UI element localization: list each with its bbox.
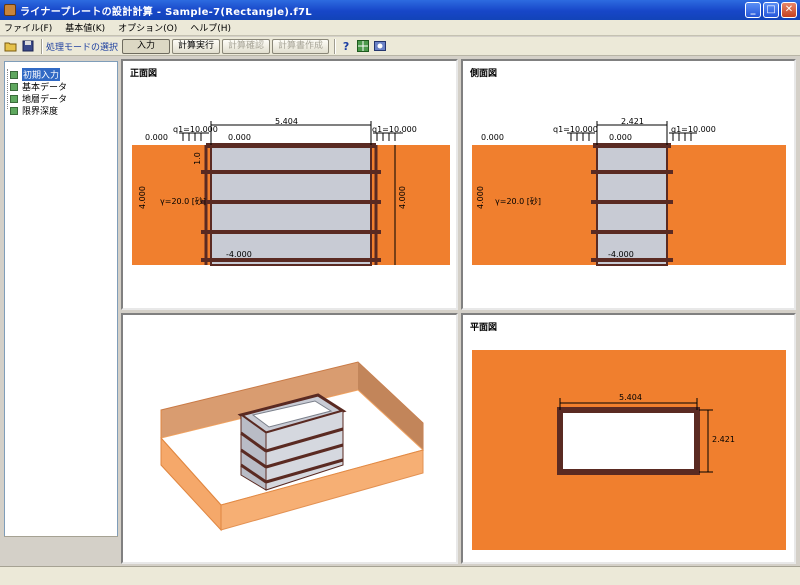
surcharge-arrows-left	[567, 132, 595, 141]
surcharge-arrows-left	[179, 132, 209, 141]
front-depth-right: 4.000	[397, 186, 407, 209]
status-bar	[0, 566, 800, 585]
open-folder-icon[interactable]	[4, 39, 18, 53]
app-icon	[4, 4, 16, 16]
menu-file[interactable]: ファイル(F)	[4, 21, 52, 34]
isometric-view-panel	[121, 313, 458, 564]
front-surcharge-left: q1=10.000	[173, 125, 218, 134]
menu-bar: ファイル(F) 基本値(K) オプション(O) ヘルプ(H)	[0, 20, 800, 36]
excavation-box	[596, 144, 668, 266]
help-icon[interactable]: ?	[339, 39, 353, 53]
excavation-box	[210, 144, 372, 266]
calc-check-button[interactable]: 計算確認	[222, 38, 271, 54]
front-view-title: 正面図	[130, 69, 158, 79]
image-view-icon[interactable]	[373, 39, 387, 53]
tree-node-icon	[10, 94, 18, 103]
front-depth-left: 4.000	[137, 186, 147, 209]
side-surcharge-right: q1=10.000	[671, 125, 716, 134]
close-button[interactable]: ✕	[781, 2, 797, 18]
side-bottom-level: -4.000	[608, 250, 634, 259]
side-top-inner-level: 0.000	[609, 133, 632, 142]
minimize-button[interactable]: _	[745, 2, 761, 18]
menu-help[interactable]: ヘルプ(H)	[190, 21, 231, 34]
toolbar-separator	[41, 38, 43, 54]
plan-view-title: 平面図	[470, 323, 498, 333]
front-bottom-level: -4.000	[226, 250, 252, 259]
window-title: ライナープレートの設計計算 - Sample-7(Rectangle).f7L	[20, 6, 312, 18]
plan-view-drawing	[472, 350, 786, 550]
tree-node-icon	[10, 70, 18, 79]
front-top-inner-level: 0.000	[228, 133, 251, 142]
front-ring-spacing: 1.0	[192, 152, 202, 165]
front-view-drawing	[132, 121, 450, 266]
side-surcharge-left: q1=10.000	[553, 125, 598, 134]
toolbar: 処理モードの選択 入力 計算実行 計算確認 計算書作成 ?	[0, 37, 800, 56]
save-icon[interactable]	[21, 39, 35, 53]
side-soil-label: γ=20.0 [砂]	[495, 197, 542, 206]
tree-item-label: 限界深度	[22, 107, 59, 117]
mode-select-label: 処理モードの選択	[46, 42, 119, 53]
calc-run-button[interactable]: 計算実行	[172, 38, 221, 54]
plan-width-label: 5.404	[619, 393, 642, 402]
front-top-left-level: 0.000	[145, 133, 168, 142]
title-bar: ライナープレートの設計計算 - Sample-7(Rectangle).f7L …	[0, 0, 800, 20]
maximize-button[interactable]: □	[763, 2, 779, 18]
surcharge-arrows-right	[373, 132, 403, 141]
isometric-view-drawing	[160, 361, 425, 532]
surcharge-arrows-right	[669, 132, 697, 141]
tree-node-icon	[10, 106, 18, 115]
plan-height-label: 2.421	[712, 435, 735, 444]
toolbar-separator	[334, 38, 337, 54]
front-surcharge-right: q1=10.000	[372, 125, 417, 134]
front-soil-label: γ=20.0 [砂]	[160, 197, 207, 206]
front-width-label: 5.404	[275, 117, 298, 126]
side-view-panel: 側面図 2.421 q1=10.000 q1=10.000 0.000 0.00…	[461, 59, 796, 310]
navigation-tree	[4, 61, 118, 564]
tree-connector	[7, 69, 8, 109]
side-width-label: 2.421	[621, 117, 644, 126]
side-top-left-level: 0.000	[481, 133, 504, 142]
side-depth-left: 4.000	[475, 186, 485, 209]
side-view-drawing	[472, 121, 786, 266]
input-mode-button[interactable]: 入力	[122, 38, 171, 54]
grid-view-icon[interactable]	[356, 39, 370, 53]
tree-item-limit-depth[interactable]: 限界深度	[10, 104, 58, 117]
excavation-outline	[557, 407, 700, 475]
tree-node-icon	[10, 82, 18, 91]
plan-view-panel: 平面図 5.404 2.421	[461, 313, 796, 564]
sidebar-footer	[4, 536, 118, 564]
report-button[interactable]: 計算書作成	[272, 38, 330, 54]
menu-options[interactable]: オプション(O)	[118, 21, 177, 34]
front-view-panel: 正面図 5.404 q1=10.000 q1=10.000 0.000 0.00…	[121, 59, 458, 310]
side-view-title: 側面図	[470, 69, 498, 79]
menu-basic-values[interactable]: 基本値(K)	[65, 21, 105, 34]
